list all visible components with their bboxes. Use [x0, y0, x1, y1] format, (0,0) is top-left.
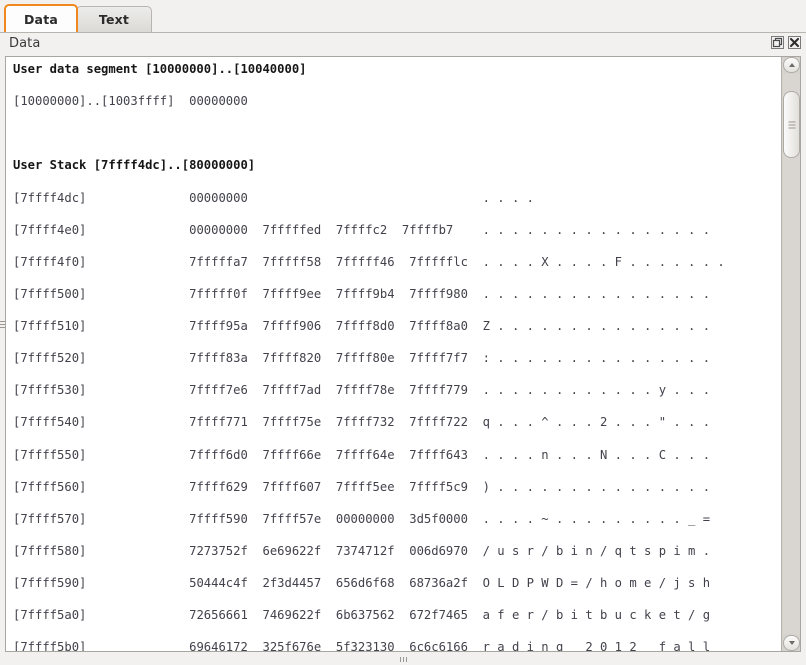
memory-ascii: . . . . . . . . . . . . . . . .: [482, 286, 711, 301]
close-icon[interactable]: [788, 36, 801, 49]
chevron-up-icon: [788, 63, 795, 67]
data-dump-frame: User data segment [10000000]..[10040000]…: [5, 56, 801, 652]
memory-words: 50444c4f 2f3d4457 656d6f68 68736a2f: [189, 576, 483, 590]
memory-words: 69646172 325f676e 5f323130 6c6c6166: [189, 640, 483, 651]
memory-words: 7fffff0f 7ffff9ee 7ffff9b4 7ffff980: [189, 286, 483, 301]
memory-row: [7ffff520] 7ffff83a 7ffff820 7ffff80e 7f…: [13, 350, 725, 366]
vertical-scroll-thumb[interactable]: [783, 91, 800, 158]
memory-ascii: : . . . . . . . . . . . . . . .: [482, 351, 711, 366]
tab-text-label: Text: [98, 12, 130, 27]
memory-words: 00000000 7fffffed 7ffffc2 7ffffb7: [189, 222, 483, 237]
memory-words: 00000000: [189, 94, 483, 109]
memory-ascii: r a d i n g _ 2 0 1 2 _ f a l l: [482, 640, 711, 651]
memory-words: 7fffffa7 7fffff58 7fffff46 7ffffflc: [189, 254, 483, 269]
memory-address: [7ffff4f0]: [13, 254, 190, 269]
memory-row: [7ffff570] 7ffff590 7ffff57e 00000000 3d…: [13, 511, 725, 527]
memory-row: [7ffff500] 7fffff0f 7ffff9ee 7ffff9b4 7f…: [13, 286, 725, 302]
memory-row: [7ffff5a0] 72656661 7469622f 6b637562 67…: [13, 607, 725, 623]
memory-words: 7ffff590 7ffff57e 00000000 3d5f0000: [189, 511, 483, 526]
memory-row: [7ffff560] 7ffff629 7ffff607 7ffff5ee 7f…: [13, 479, 725, 495]
tab-data-label: Data: [23, 11, 59, 27]
tabstrip: Data Text: [0, 0, 806, 33]
memory-address: [7ffff590]: [13, 576, 190, 590]
memory-address: [10000000]..[1003ffff]: [13, 94, 190, 109]
memory-address: [7ffff510]: [13, 319, 190, 333]
segment-header: User Stack [7ffff4dc]..[80000000]: [13, 158, 256, 173]
memory-words: 7ffff6d0 7ffff66e 7ffff64e 7ffff643: [189, 447, 483, 462]
memory-words: 72656661 7469622f 6b637562 672f7465: [189, 608, 483, 623]
memory-ascii: q . . . ^ . . . 2 . . . " . . .: [482, 415, 711, 430]
memory-address: [7ffff4e0]: [13, 222, 190, 237]
memory-words: 7273752f 6e69622f 7374712f 006d6970: [189, 543, 483, 558]
memory-address: [7ffff570]: [13, 511, 190, 526]
memory-ascii: . . . . n . . . N . . . C . . .: [482, 447, 711, 462]
memory-row: [10000000]..[1003ffff] 00000000: [13, 93, 725, 109]
scroll-grip-icon: [788, 121, 795, 128]
memory-words: 7ffff771 7ffff75e 7ffff732 7ffff722: [189, 415, 483, 430]
vertical-scrollbar[interactable]: [781, 57, 800, 651]
vertical-scroll-track[interactable]: [783, 74, 800, 634]
tab-data[interactable]: Data: [4, 4, 78, 32]
memory-words: 7ffff95a 7ffff906 7ffff8d0 7ffff8a0: [189, 319, 483, 333]
memory-address: [7ffff520]: [13, 351, 190, 366]
memory-ascii: . . . . . . . . . . . . . . . .: [482, 222, 711, 237]
memory-dump-text: User data segment [10000000]..[10040000]…: [13, 61, 725, 651]
data-dump-viewport[interactable]: User data segment [10000000]..[10040000]…: [6, 57, 781, 651]
memory-address: [7ffff500]: [13, 286, 190, 301]
memory-ascii: . . . . X . . . . F . . . . . . .: [482, 254, 725, 269]
memory-address: [7ffff4dc]: [13, 190, 190, 205]
memory-words: 7ffff629 7ffff607 7ffff5ee 7ffff5c9: [189, 479, 483, 494]
page-title: Data: [9, 36, 41, 51]
scroll-up-button[interactable]: [783, 57, 800, 73]
horizontal-splitter[interactable]: [5, 654, 801, 665]
undock-icon[interactable]: [771, 36, 784, 49]
memory-ascii: O L D P W D = / h o m e / j s h: [482, 576, 711, 590]
memory-row: [7ffff580] 7273752f 6e69622f 7374712f 00…: [13, 543, 725, 559]
memory-row: [7ffff4e0] 00000000 7fffffed 7ffffc2 7ff…: [13, 222, 725, 238]
splitter-grip-icon: [397, 657, 409, 662]
chevron-down-icon: [788, 641, 795, 645]
memory-ascii: Z . . . . . . . . . . . . . . .: [482, 319, 711, 333]
segment-header: User data segment [10000000]..[10040000]: [13, 62, 307, 76]
memory-words: 7ffff7e6 7ffff7ad 7ffff78e 7ffff779: [189, 383, 483, 398]
memory-row: [7ffff540] 7ffff771 7ffff75e 7ffff732 7f…: [13, 414, 725, 430]
memory-address: [7ffff550]: [13, 447, 190, 462]
memory-ascii: . . . . . . . . . . . . y . . .: [482, 383, 711, 398]
memory-words: 00000000: [189, 190, 483, 205]
memory-row: [7ffff590] 50444c4f 2f3d4457 656d6f68 68…: [13, 575, 725, 591]
memory-row: [7ffff5b0] 69646172 325f676e 5f323130 6c…: [13, 639, 725, 651]
memory-address: [7ffff580]: [13, 543, 190, 558]
memory-ascii: . . . . ~ . . . . . . . . . _ =: [482, 511, 711, 526]
memory-address: [7ffff560]: [13, 479, 190, 494]
memory-row: [7ffff530] 7ffff7e6 7ffff7ad 7ffff78e 7f…: [13, 382, 725, 398]
memory-address: [7ffff540]: [13, 415, 190, 430]
memory-ascii: ) . . . . . . . . . . . . . . .: [482, 479, 711, 494]
memory-row: [7ffff4f0] 7fffffa7 7fffff58 7fffff46 7f…: [13, 254, 725, 270]
memory-address: [7ffff5b0]: [13, 640, 190, 651]
memory-ascii: . . . .: [482, 190, 534, 205]
tab-text[interactable]: Text: [76, 6, 152, 32]
vertical-splitter-handle[interactable]: [0, 318, 5, 330]
memory-ascii: a f e r / b i t b u c k e t / g: [482, 608, 711, 623]
memory-row: [7ffff4dc] 00000000 . . . .: [13, 190, 725, 206]
memory-row: [7ffff510] 7ffff95a 7ffff906 7ffff8d0 7f…: [13, 318, 725, 334]
data-segment-window: Data Text Data User data segment [100000…: [0, 0, 806, 665]
panel-title-buttons: [771, 36, 801, 49]
memory-row: [7ffff550] 7ffff6d0 7ffff66e 7ffff64e 7f…: [13, 447, 725, 463]
panel-title-bar: Data: [0, 33, 806, 56]
memory-address: [7ffff530]: [13, 383, 190, 398]
memory-address: [7ffff5a0]: [13, 608, 190, 623]
memory-words: 7ffff83a 7ffff820 7ffff80e 7ffff7f7: [189, 351, 483, 366]
scroll-down-button[interactable]: [783, 635, 800, 651]
memory-ascii: / u s r / b i n / q t s p i m .: [482, 543, 711, 558]
